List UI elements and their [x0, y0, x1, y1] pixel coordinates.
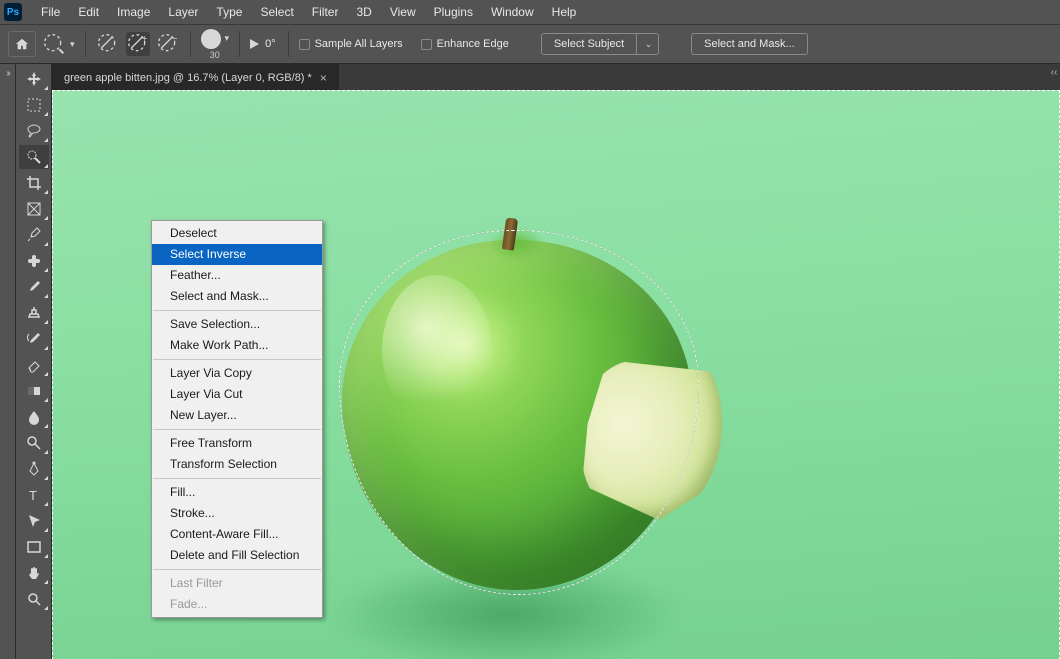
context-menu-separator [153, 310, 321, 311]
svg-text:+: + [142, 33, 147, 43]
type-tool[interactable]: T [19, 483, 49, 507]
brush-preview-icon [201, 29, 221, 49]
marquee-tool[interactable] [19, 93, 49, 117]
hand-tool[interactable] [19, 561, 49, 585]
frame-tool[interactable] [19, 197, 49, 221]
context-menu-item[interactable]: Save Selection... [152, 314, 322, 335]
menu-window[interactable]: Window [482, 0, 543, 24]
clone-stamp-tool[interactable] [19, 301, 49, 325]
crop-tool[interactable] [19, 171, 49, 195]
dodge-tool[interactable] [19, 431, 49, 455]
brush-tool[interactable] [19, 275, 49, 299]
eyedropper-tool[interactable] [19, 223, 49, 247]
select-and-mask-button[interactable]: Select and Mask... [691, 33, 808, 55]
menu-layer[interactable]: Layer [159, 0, 207, 24]
menu-filter[interactable]: Filter [303, 0, 348, 24]
menu-edit[interactable]: Edit [69, 0, 108, 24]
context-menu-item[interactable]: Select Inverse [152, 244, 322, 265]
brush-angle-field[interactable]: 0° [250, 38, 278, 50]
context-menu-item[interactable]: Select and Mask... [152, 286, 322, 307]
context-menu-item[interactable]: Delete and Fill Selection [152, 545, 322, 566]
context-menu-item: Fade... [152, 594, 322, 615]
context-menu[interactable]: DeselectSelect InverseFeather...Select a… [151, 220, 323, 618]
home-button[interactable] [8, 31, 36, 57]
menu-select[interactable]: Select [251, 0, 302, 24]
context-menu-item[interactable]: Layer Via Cut [152, 384, 322, 405]
svg-text:−: − [172, 33, 177, 43]
context-menu-item[interactable]: Stroke... [152, 503, 322, 524]
path-selection-tool[interactable] [19, 509, 49, 533]
history-brush-tool[interactable] [19, 327, 49, 351]
eraser-tool[interactable] [19, 353, 49, 377]
context-menu-item[interactable]: Free Transform [152, 433, 322, 454]
subtract-from-selection-icon[interactable]: − [156, 32, 180, 56]
document-tab[interactable]: green apple bitten.jpg @ 16.7% (Layer 0,… [52, 64, 339, 90]
context-menu-item[interactable]: Layer Via Copy [152, 363, 322, 384]
context-menu-item: Last Filter [152, 573, 322, 594]
gradient-tool[interactable] [19, 379, 49, 403]
context-menu-separator [153, 429, 321, 430]
lasso-tool[interactable] [19, 119, 49, 143]
document-tab-title: green apple bitten.jpg @ 16.7% (Layer 0,… [64, 72, 312, 84]
document-tab-bar: green apple bitten.jpg @ 16.7% (Layer 0,… [52, 64, 1060, 90]
select-subject-dropdown[interactable]: ⌄ [637, 33, 659, 55]
move-tool[interactable] [19, 67, 49, 91]
home-icon [15, 37, 29, 51]
close-icon[interactable]: × [320, 71, 327, 85]
context-menu-item[interactable]: Feather... [152, 265, 322, 286]
menu-bar: Ps FileEditImageLayerTypeSelectFilter3DV… [0, 0, 1060, 24]
context-menu-item[interactable]: New Layer... [152, 405, 322, 426]
brush-size-label: 30 [210, 51, 220, 60]
app-logo: Ps [4, 3, 22, 21]
svg-text:T: T [29, 488, 37, 503]
menu-image[interactable]: Image [108, 0, 159, 24]
pen-tool[interactable] [19, 457, 49, 481]
context-menu-item[interactable]: Fill... [152, 482, 322, 503]
menu-file[interactable]: File [32, 0, 69, 24]
blur-tool[interactable] [19, 405, 49, 429]
context-menu-separator [153, 478, 321, 479]
enhance-edge-checkbox[interactable]: Enhance Edge [421, 38, 509, 50]
zoom-tool[interactable] [19, 587, 49, 611]
add-to-selection-icon[interactable]: + [126, 32, 150, 56]
context-menu-item[interactable]: Make Work Path... [152, 335, 322, 356]
menu-view[interactable]: View [381, 0, 425, 24]
menu-plugins[interactable]: Plugins [425, 0, 482, 24]
context-menu-item[interactable]: Content-Aware Fill... [152, 524, 322, 545]
tool-preset-picker[interactable]: ▾ [42, 32, 75, 56]
new-selection-icon[interactable] [96, 32, 120, 56]
context-menu-item[interactable]: Deselect [152, 223, 322, 244]
angle-icon [250, 39, 259, 49]
sample-all-layers-checkbox[interactable]: Sample All Layers [299, 38, 403, 50]
context-menu-item[interactable]: Transform Selection [152, 454, 322, 475]
menu-3d[interactable]: 3D [347, 0, 380, 24]
rectangle-tool[interactable] [19, 535, 49, 559]
brush-picker[interactable]: ▾ 30 [201, 29, 230, 60]
menu-type[interactable]: Type [207, 0, 251, 24]
collapsed-panel-right[interactable]: ‹‹ [1048, 64, 1060, 80]
select-subject-button[interactable]: Select Subject [541, 33, 637, 55]
context-menu-separator [153, 569, 321, 570]
collapsed-panel-left[interactable]: ›› [0, 64, 16, 659]
options-bar: ▾ + − ▾ 30 0° Sample All Layers Enhance … [0, 24, 1060, 64]
toolbox: T [16, 64, 52, 659]
healing-brush-tool[interactable] [19, 249, 49, 273]
menu-help[interactable]: Help [543, 0, 586, 24]
quick-selection-tool[interactable] [19, 145, 49, 169]
context-menu-separator [153, 359, 321, 360]
